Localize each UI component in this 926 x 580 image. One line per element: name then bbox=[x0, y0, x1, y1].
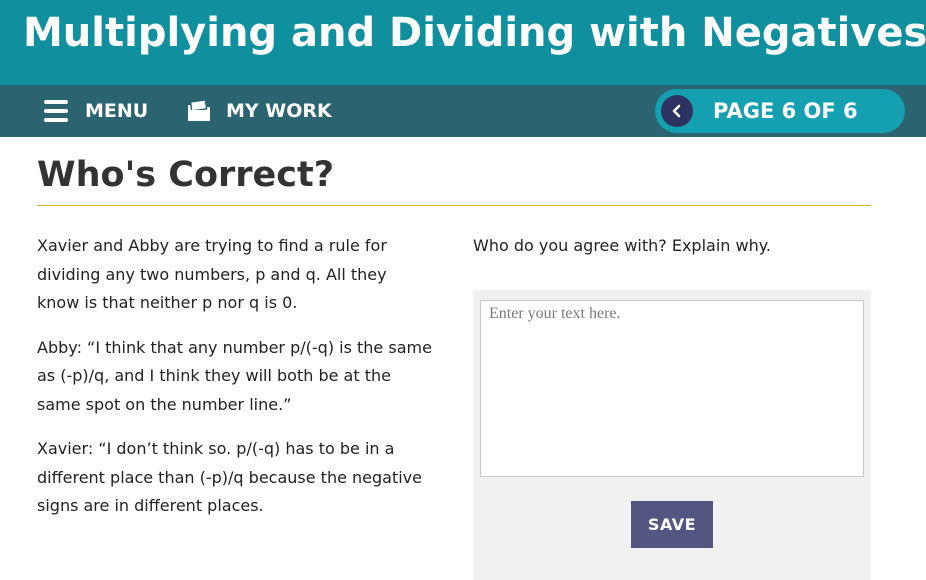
section-heading: Who's Correct? bbox=[37, 155, 335, 195]
save-button[interactable]: SAVE bbox=[631, 501, 713, 548]
answer-textarea[interactable] bbox=[480, 300, 864, 477]
page-title: Multiplying and Dividing with Negatives bbox=[23, 10, 926, 56]
menu-label: MENU bbox=[85, 100, 149, 122]
page-indicator: PAGE 6 OF 6 bbox=[713, 99, 858, 123]
scenario-intro: Xavier and Abby are trying to find a rul… bbox=[37, 236, 387, 312]
page-navigator: PAGE 6 OF 6 bbox=[655, 89, 905, 133]
my-work-button[interactable]: MY WORK bbox=[186, 85, 332, 137]
menu-button[interactable]: MENU bbox=[44, 85, 148, 137]
heading-divider bbox=[37, 205, 871, 206]
xavier-statement: Xavier: “I don’t think so. p/(-q) has to… bbox=[37, 439, 422, 515]
chevron-left-icon bbox=[672, 104, 681, 118]
my-work-label: MY WORK bbox=[226, 100, 332, 122]
question-prompt: Who do you agree with? Explain why. bbox=[473, 236, 771, 255]
nav-bar: MENU MY WORK PAGE 6 OF 6 bbox=[0, 85, 926, 137]
hamburger-icon bbox=[44, 100, 68, 122]
previous-page-button[interactable] bbox=[661, 95, 693, 127]
scenario-text: Xavier and Abby are trying to find a rul… bbox=[37, 232, 432, 537]
title-bar: Multiplying and Dividing with Negatives bbox=[0, 0, 926, 85]
abby-statement: Abby: “I think that any number p/(-q) is… bbox=[37, 337, 432, 414]
answer-panel: SAVE bbox=[473, 290, 871, 580]
folder-icon bbox=[188, 99, 210, 121]
